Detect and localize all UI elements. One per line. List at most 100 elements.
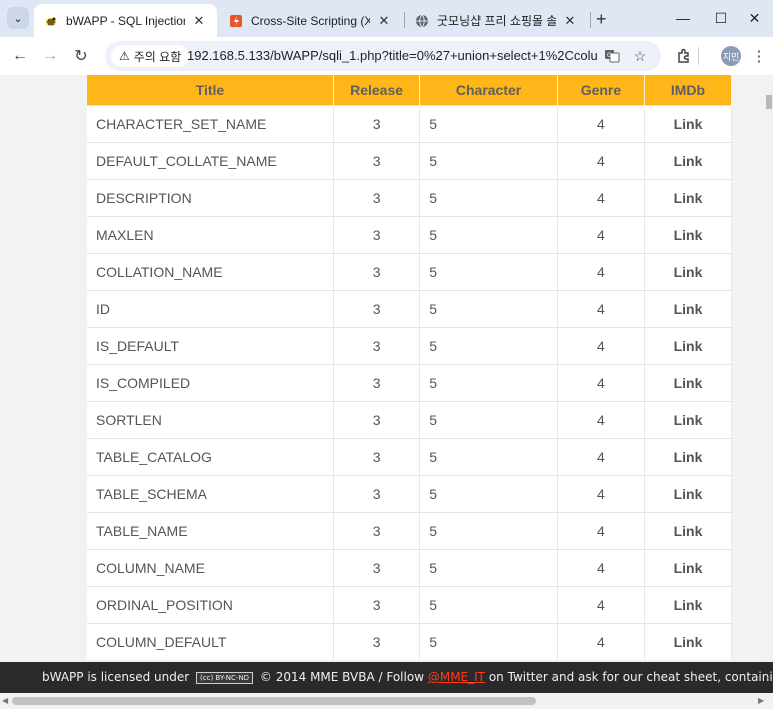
imdb-link[interactable]: Link <box>644 549 733 587</box>
cell-title: IS_DEFAULT <box>87 327 334 365</box>
cell-genre: 4 <box>557 105 645 143</box>
table-row: TABLE_NAME 3 5 4 Link <box>87 512 733 550</box>
cell-title: TABLE_CATALOG <box>87 438 334 476</box>
cc-license-badge[interactable]: (cc) BY-NC-ND <box>196 671 254 684</box>
table-row: ORDINAL_POSITION 3 5 4 Link <box>87 586 733 624</box>
tab-search-button[interactable]: ⌄ <box>7 7 29 29</box>
close-icon[interactable]: ✕ <box>376 13 392 29</box>
arrow-left-icon: ← <box>12 47 28 64</box>
cell-title: COLLATION_NAME <box>87 253 334 291</box>
imdb-link[interactable]: Link <box>644 142 733 180</box>
profile-avatar[interactable]: 지민 <box>721 46 741 66</box>
extensions-icon[interactable] <box>673 45 695 67</box>
cell-genre: 4 <box>557 364 645 402</box>
cell-character: 5 <box>419 179 558 217</box>
imdb-link[interactable]: Link <box>644 623 733 660</box>
imdb-link[interactable]: Link <box>644 475 733 513</box>
reload-button[interactable]: ↻ <box>70 45 92 67</box>
imdb-link[interactable]: Link <box>644 512 733 550</box>
minimize-icon: — <box>676 10 690 26</box>
address-bar[interactable]: ⚠ 주의 요함 192.168.5.133/bWAPP/sqli_1.php?t… <box>105 41 661 71</box>
cell-genre: 4 <box>557 512 645 550</box>
cell-character: 5 <box>419 438 558 476</box>
cell-genre: 4 <box>557 623 645 660</box>
imdb-link[interactable]: Link <box>644 586 733 624</box>
cell-title: COLUMN_DEFAULT <box>87 623 334 660</box>
imdb-link[interactable]: Link <box>644 438 733 476</box>
tab-goodmorning[interactable]: 굿모닝샵 프리 쇼핑몰 솔루 ✕ <box>405 4 588 37</box>
cell-genre: 4 <box>557 549 645 587</box>
reload-icon: ↻ <box>74 48 88 65</box>
close-icon[interactable]: ✕ <box>562 13 578 29</box>
column-header-character: Character <box>419 75 558 106</box>
imdb-link[interactable]: Link <box>644 253 733 291</box>
cell-genre: 4 <box>557 586 645 624</box>
imdb-link[interactable]: Link <box>644 401 733 439</box>
more-menu-icon[interactable]: ⋮ <box>748 45 770 67</box>
cell-title: TABLE_NAME <box>87 512 334 550</box>
translate-icon[interactable]: G <box>603 47 621 65</box>
footer-copyright-text: © 2014 MME BVBA / Follow <box>259 670 425 684</box>
cell-release: 3 <box>333 142 421 180</box>
globe-favicon-icon <box>415 14 429 28</box>
url-text[interactable]: 192.168.5.133/bWAPP/sqli_1.php?title=0%2… <box>187 48 597 63</box>
cell-character: 5 <box>419 623 558 660</box>
imdb-link[interactable]: Link <box>644 216 733 254</box>
cell-release: 3 <box>333 290 421 328</box>
cell-release: 3 <box>333 364 421 402</box>
scrollbar-thumb[interactable] <box>12 697 536 705</box>
page-viewport: Title Release Character Genre IMDb CHARA… <box>0 75 765 662</box>
cell-character: 5 <box>419 586 558 624</box>
cell-genre: 4 <box>557 179 645 217</box>
cell-genre: 4 <box>557 253 645 291</box>
cell-release: 3 <box>333 586 421 624</box>
security-indicator[interactable]: ⚠ 주의 요함 <box>111 45 190 67</box>
footer-license-text: bWAPP is licensed under <box>42 670 190 684</box>
cell-character: 5 <box>419 327 558 365</box>
browser-toolbar: ← → ↻ ⚠ 주의 요함 192.168.5.133/bWAPP/sqli_1… <box>0 37 773 75</box>
close-window-button[interactable]: ✕ <box>736 6 773 30</box>
back-button[interactable]: ← <box>9 45 31 67</box>
close-icon[interactable]: ✕ <box>191 13 207 29</box>
svg-text:G: G <box>607 52 612 59</box>
cell-character: 5 <box>419 475 558 513</box>
cell-release: 3 <box>333 216 421 254</box>
table-row: CHARACTER_SET_NAME 3 5 4 Link <box>87 105 733 143</box>
table-row: ID 3 5 4 Link <box>87 290 733 328</box>
twitter-link[interactable]: @MME_IT <box>428 670 485 684</box>
new-tab-button[interactable]: + <box>596 9 607 30</box>
flame-favicon-icon <box>229 14 243 28</box>
imdb-link[interactable]: Link <box>644 105 733 143</box>
warning-icon: ⚠ <box>119 49 130 63</box>
table-header-row: Title Release Character Genre IMDb <box>87 75 733 106</box>
tab-separator <box>590 12 591 28</box>
tab-title: bWAPP - SQL Injection <box>66 13 185 28</box>
horizontal-scrollbar[interactable]: ◀ ▶ <box>0 693 773 709</box>
vertical-scrollbar[interactable] <box>765 75 773 693</box>
imdb-link[interactable]: Link <box>644 364 733 402</box>
table-row: COLUMN_DEFAULT 3 5 4 Link <box>87 623 733 660</box>
movie-results-table: Title Release Character Genre IMDb CHARA… <box>87 75 733 660</box>
scroll-left-icon[interactable]: ◀ <box>2 696 8 705</box>
cell-character: 5 <box>419 512 558 550</box>
bookmark-star-icon[interactable]: ☆ <box>631 47 649 65</box>
imdb-link[interactable]: Link <box>644 327 733 365</box>
tab-sqli[interactable]: bWAPP - SQL Injection ✕ <box>34 4 217 37</box>
column-header-release: Release <box>333 75 421 106</box>
plus-icon: + <box>596 9 607 29</box>
chevron-down-icon: ⌄ <box>13 12 23 25</box>
scroll-right-icon[interactable]: ▶ <box>758 696 764 705</box>
cell-title: ORDINAL_POSITION <box>87 586 334 624</box>
forward-button[interactable]: → <box>39 45 61 67</box>
table-row: DESCRIPTION 3 5 4 Link <box>87 179 733 217</box>
cell-release: 3 <box>333 549 421 587</box>
table-row: COLUMN_NAME 3 5 4 Link <box>87 549 733 587</box>
cell-release: 3 <box>333 327 421 365</box>
imdb-link[interactable]: Link <box>644 290 733 328</box>
column-header-title: Title <box>87 75 334 106</box>
imdb-link[interactable]: Link <box>644 179 733 217</box>
tab-xss[interactable]: Cross-Site Scripting (XSS) ✕ <box>219 4 402 37</box>
column-header-genre: Genre <box>557 75 645 106</box>
scrollbar-thumb[interactable] <box>766 95 772 109</box>
cell-title: IS_COMPILED <box>87 364 334 402</box>
